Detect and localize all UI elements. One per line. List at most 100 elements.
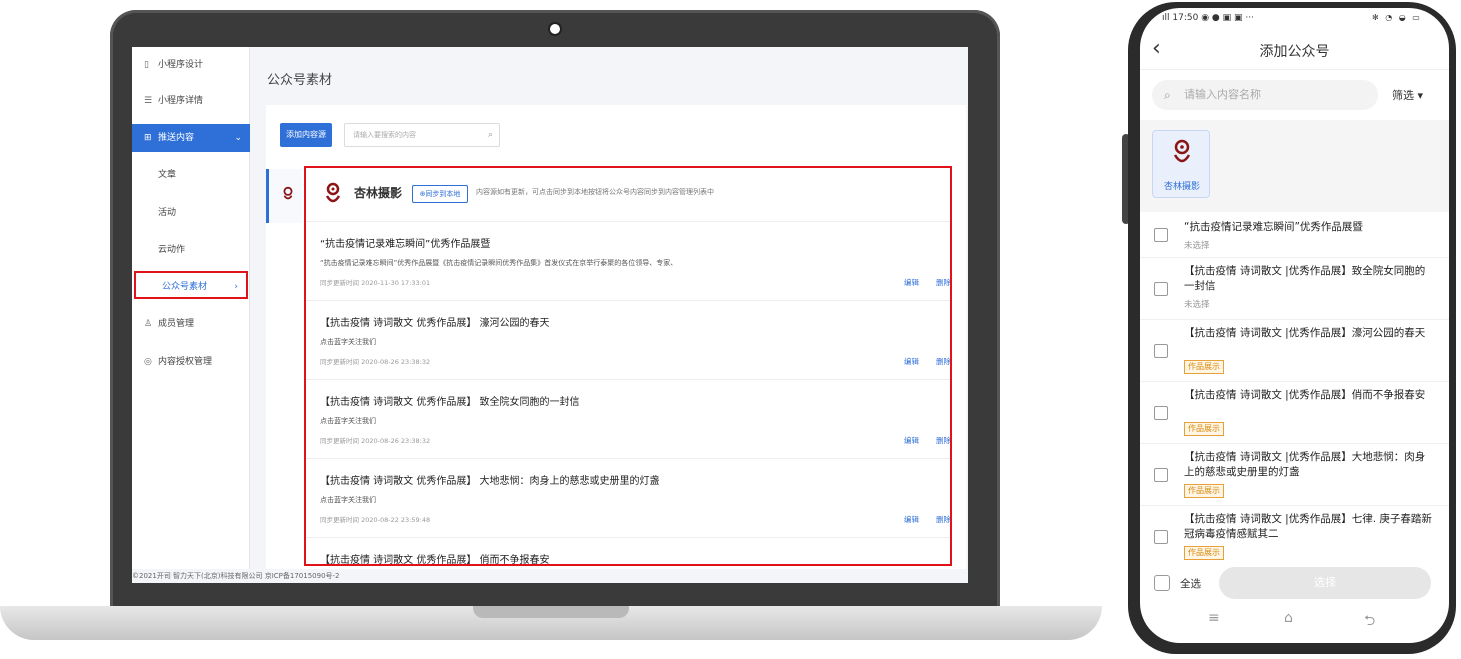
article-desc: 点击蓝字关注我们 (320, 496, 376, 504)
chevron-down-icon: ⌄ (234, 133, 242, 143)
member-icon: ♙ (144, 319, 153, 329)
list-item[interactable]: 【抗击疫情 诗词散文 |优秀作品展】致全院女同胞的一封信 未选择 (1140, 258, 1449, 320)
sidebar-item-label: 公众号素材 (162, 282, 208, 292)
status-icons: ✻ ◔ ◒ ▭ (1372, 13, 1422, 22)
sidebar-item-activity[interactable]: 活动 (132, 199, 250, 227)
delete-button[interactable]: 删除 (936, 277, 950, 288)
delete-button[interactable]: 删除 (936, 435, 950, 446)
phone-screen: ıll 17:50 ◉ ● ▣ ▣ ··· ✻ ◔ ◒ ▭ 添加公众号 ‹ ⌕ … (1140, 8, 1449, 643)
sidebar-item-label: 小程序详情 (158, 96, 204, 106)
account-content-highlight: 杏林摄影 ⊕同步到本地 内容源如有更新，可点击同步到本地按钮将公众号内容同步到内… (304, 166, 952, 566)
list-item[interactable]: 【抗击疫情 诗词散文 |优秀作品展】七律. 庚子春踏新冠病毒疫情感赋其二 作品展… (1140, 506, 1449, 568)
search-icon: ⌕ (1164, 88, 1171, 102)
menu-icon[interactable]: ≡ (1208, 610, 1220, 626)
list-icon: ☰ (144, 96, 153, 106)
article-title: 【抗击疫情 诗词散文 优秀作品展】 俏而不争报春安 (320, 555, 550, 566)
sidebar-item-cloud-action[interactable]: 云动作 (132, 236, 250, 264)
sidebar-item-label: 内容授权管理 (158, 357, 213, 367)
article-title: 【抗击疫情 诗词散文 优秀作品展】 致全院女同胞的一封信 (320, 397, 580, 408)
list-item[interactable]: 【抗击疫情 诗词散文 |优秀作品展】大地悲悯：肉身上的慈悲或史册里的灯盏 作品展… (1140, 444, 1449, 506)
camera-dot (550, 24, 560, 34)
edit-button[interactable]: 编辑 (904, 435, 919, 446)
item-title: 【抗击疫情 诗词散文 |优秀作品展】大地悲悯：肉身上的慈悲或史册里的灯盏 (1184, 451, 1426, 478)
edit-button[interactable]: 编辑 (904, 356, 919, 367)
search-icon[interactable]: ⌕ (488, 124, 493, 146)
status-time-text: 17:50 (1172, 13, 1199, 23)
edit-button[interactable]: 编辑 (904, 277, 919, 288)
item-checkbox[interactable] (1154, 530, 1168, 544)
item-title: “抗击疫情记录难忘瞬间”优秀作品展暨 (1184, 221, 1363, 233)
article-time: 同步更新时间 2020-08-22 23:59:48 (320, 516, 431, 524)
search-input[interactable]: 请输入要搜索的内容 ⌕ (344, 123, 500, 147)
sidebar: ▯ 小程序设计 ☰ 小程序详情 ⊞ 推送内容 ⌄ 文章 活动 云动作 公众号素材 › ♙ 成… (132, 47, 250, 569)
search-input[interactable]: ⌕ 请输入内容名称 (1152, 80, 1378, 110)
account-card[interactable]: 杏林摄影 (1152, 130, 1210, 198)
item-status: 未选择 (1184, 300, 1210, 310)
item-title: 【抗击疫情 诗词散文 |优秀作品展】致全院女同胞的一封信 (1184, 265, 1426, 292)
delete-button[interactable]: 删除 (936, 514, 950, 525)
sidebar-item-permission[interactable]: ◎ 内容授权管理 (132, 348, 250, 376)
signal-icon: ıll (1162, 13, 1173, 23)
sidebar-item-content[interactable]: ⊞ 推送内容 ⌄ (132, 124, 250, 152)
account-tab[interactable] (266, 169, 302, 223)
item-title: 【抗击疫情 诗词散文 |优秀作品展】濠河公园的春天 (1184, 327, 1426, 339)
select-all-label: 全选 (1180, 578, 1201, 590)
notification-icons: ◉ ● ▣ ▣ ··· (1201, 13, 1254, 23)
sidebar-item-members[interactable]: ♙ 成员管理 (132, 310, 250, 338)
article-title: 【抗击疫情 诗词散文 优秀作品展】 大地悲悯：肉身上的慈悲或史册里的灯盏 (320, 476, 660, 487)
add-source-button[interactable]: 添加内容源 (280, 123, 332, 147)
delete-button[interactable]: 删除 (936, 356, 950, 367)
article-row: 【抗击疫情 诗词散文 优秀作品展】 俏而不争报春安 (306, 538, 950, 566)
article-row: “抗击疫情记录难忘瞬间”优秀作品展暨 “抗击疫情记录难忘瞬间”优秀作品展暨《抗击… (306, 222, 950, 301)
sidebar-item-mini-detail[interactable]: ☰ 小程序详情 (132, 87, 250, 115)
article-time: 同步更新时间 2020-08-26 23:38:32 (320, 358, 431, 366)
item-checkbox[interactable] (1154, 228, 1168, 242)
sidebar-item-gzh-material[interactable]: 公众号素材 › (134, 271, 248, 299)
sidebar-item-article[interactable]: 文章 (132, 161, 250, 189)
item-status: 未选择 (1184, 241, 1210, 251)
back-arrow-icon[interactable]: ‹ (1152, 36, 1161, 61)
status-bar: ıll 17:50 ◉ ● ▣ ▣ ··· ✻ ◔ ◒ ▭ (1140, 8, 1449, 30)
list-item[interactable]: 【抗击疫情 诗词散文 |优秀作品展】俏而不争报春安 作品展示 (1140, 382, 1449, 444)
sidebar-item-label: 活动 (158, 208, 177, 218)
sidebar-item-mini-design[interactable]: ▯ 小程序设计 (132, 51, 250, 79)
item-checkbox[interactable] (1154, 282, 1168, 296)
article-row: 【抗击疫情 诗词散文 优秀作品展】 致全院女同胞的一封信 点击蓝字关注我们 同步… (306, 380, 950, 459)
item-checkbox[interactable] (1154, 406, 1168, 420)
status-time: ıll 17:50 ◉ ● ▣ ▣ ··· (1162, 13, 1254, 23)
item-tag: 作品展示 (1184, 484, 1224, 498)
edit-button[interactable]: 编辑 (904, 514, 919, 525)
chevron-right-icon: › (234, 282, 238, 292)
account-logo-icon (325, 182, 341, 203)
list-item[interactable]: 【抗击疫情 诗词散文 |优秀作品展】濠河公园的春天 作品展示 (1140, 320, 1449, 382)
article-row: 【抗击疫情 诗词散文 优秀作品展】 濠河公园的春天 点击蓝字关注我们 同步更新时… (306, 301, 950, 380)
item-tag: 作品展示 (1184, 360, 1224, 374)
account-section: 杏林摄影 (1140, 120, 1449, 212)
account-header: 杏林摄影 ⊕同步到本地 内容源如有更新，可点击同步到本地按钮将公众号内容同步到内… (306, 168, 950, 222)
article-title: 【抗击疫情 诗词散文 优秀作品展】 濠河公园的春天 (320, 318, 550, 329)
mini-program-icon: ▯ (144, 60, 149, 70)
search-placeholder: 请输入要搜索的内容 (353, 131, 416, 139)
filter-dropdown[interactable]: 筛选 ▾ (1392, 87, 1423, 103)
article-time: 同步更新时间 2020-11-30 17:33:01 (320, 279, 431, 287)
footer-copyright: ©2021开司 智力天下(北京)科技有限公司 京ICP备17015090号-2 (132, 569, 968, 583)
sidebar-item-label: 小程序设计 (158, 60, 204, 70)
back-icon[interactable]: ⮌ (1364, 610, 1375, 634)
article-row: 【抗击疫情 诗词散文 优秀作品展】 大地悲悯：肉身上的慈悲或史册里的灯盏 点击蓝… (306, 459, 950, 538)
search-placeholder: 请输入内容名称 (1184, 88, 1261, 101)
select-all-checkbox[interactable] (1154, 575, 1170, 591)
home-icon[interactable]: ⌂ (1284, 610, 1293, 626)
page-title: 公众号素材 (267, 73, 333, 88)
account-name: 杏林摄影 (354, 186, 403, 200)
item-checkbox[interactable] (1154, 468, 1168, 482)
sync-local-button[interactable]: ⊕同步到本地 (412, 185, 468, 203)
system-nav-bar: ≡ ⌂ ⮌ (1140, 606, 1449, 636)
sidebar-item-label: 文章 (158, 170, 177, 180)
select-button[interactable]: 选择 (1219, 567, 1431, 599)
item-title: 【抗击疫情 诗词散文 |优秀作品展】俏而不争报春安 (1184, 389, 1426, 401)
page-title: 添加公众号 (1259, 44, 1330, 60)
list-item[interactable]: “抗击疫情记录难忘瞬间”优秀作品展暨 未选择 (1140, 212, 1449, 258)
sync-tip-text: 内容源如有更新，可点击同步到本地按钮将公众号内容同步到内容管理列表中 (476, 188, 714, 196)
sidebar-item-label: 推送内容 (158, 133, 195, 143)
item-checkbox[interactable] (1154, 344, 1168, 358)
